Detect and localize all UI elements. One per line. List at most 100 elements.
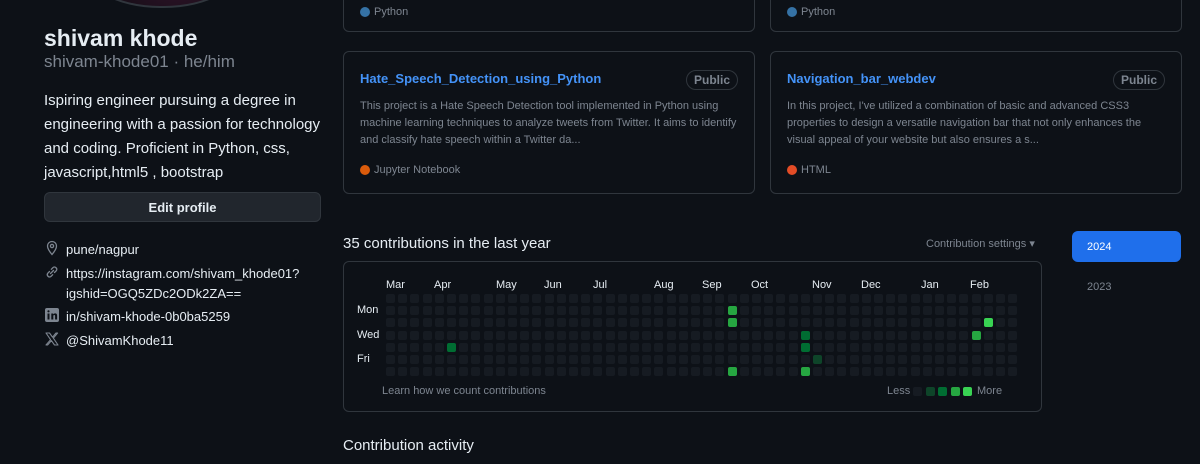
contribution-cell[interactable] (850, 294, 859, 303)
contribution-cell[interactable] (496, 367, 505, 376)
contribution-cell[interactable] (789, 331, 798, 340)
contribution-cell[interactable] (435, 294, 444, 303)
contribution-cell[interactable] (484, 306, 493, 315)
contribution-cell[interactable] (935, 355, 944, 364)
contribution-cell[interactable] (569, 331, 578, 340)
contribution-cell[interactable] (581, 331, 590, 340)
contribution-cell[interactable] (642, 343, 651, 352)
contribution-cell[interactable] (728, 294, 737, 303)
contribution-cell[interactable] (618, 355, 627, 364)
contribution-cell[interactable] (447, 294, 456, 303)
linkedin-item[interactable]: in/shivam-khode-0b0ba5259 (44, 307, 230, 327)
contribution-cell[interactable] (959, 294, 968, 303)
contribution-cell[interactable] (935, 331, 944, 340)
contribution-cell[interactable] (996, 367, 1005, 376)
contribution-cell[interactable] (630, 318, 639, 327)
contribution-cell[interactable] (886, 343, 895, 352)
contribution-cell[interactable] (740, 331, 749, 340)
contribution-cell[interactable] (935, 318, 944, 327)
contribution-cell[interactable] (850, 318, 859, 327)
learn-contributions-link[interactable]: Learn how we count contributions (382, 385, 546, 397)
contribution-cell[interactable] (496, 294, 505, 303)
contribution-cell[interactable] (471, 355, 480, 364)
contribution-cell[interactable] (715, 343, 724, 352)
contribution-cell[interactable] (801, 331, 810, 340)
contribution-cell[interactable] (837, 318, 846, 327)
contribution-cell[interactable] (410, 355, 419, 364)
contribution-cell[interactable] (764, 355, 773, 364)
contribution-cell[interactable] (703, 367, 712, 376)
contribution-cell[interactable] (947, 355, 956, 364)
contribution-cell[interactable] (715, 367, 724, 376)
contribution-cell[interactable] (642, 318, 651, 327)
contribution-cell[interactable] (642, 355, 651, 364)
contribution-cell[interactable] (972, 367, 981, 376)
contribution-cell[interactable] (532, 331, 541, 340)
contribution-cell[interactable] (728, 355, 737, 364)
contribution-cell[interactable] (593, 331, 602, 340)
contribution-cell[interactable] (532, 343, 541, 352)
contribution-cell[interactable] (764, 294, 773, 303)
contribution-cell[interactable] (557, 331, 566, 340)
contribution-cell[interactable] (459, 306, 468, 315)
contribution-cell[interactable] (435, 343, 444, 352)
contribution-cell[interactable] (593, 367, 602, 376)
contribution-cell[interactable] (740, 355, 749, 364)
contribution-cell[interactable] (947, 294, 956, 303)
contribution-cell[interactable] (996, 306, 1005, 315)
contribution-cell[interactable] (703, 318, 712, 327)
contribution-cell[interactable] (569, 367, 578, 376)
contribution-cell[interactable] (959, 318, 968, 327)
contribution-cell[interactable] (569, 343, 578, 352)
contribution-cell[interactable] (886, 331, 895, 340)
contribution-cell[interactable] (813, 355, 822, 364)
contribution-cell[interactable] (569, 294, 578, 303)
contribution-cell[interactable] (886, 318, 895, 327)
contribution-cell[interactable] (996, 318, 1005, 327)
contribution-cell[interactable] (801, 355, 810, 364)
contribution-cell[interactable] (776, 331, 785, 340)
contribution-cell[interactable] (715, 318, 724, 327)
contribution-cell[interactable] (618, 306, 627, 315)
contribution-cell[interactable] (447, 318, 456, 327)
contribution-cell[interactable] (606, 306, 615, 315)
contribution-cell[interactable] (520, 367, 529, 376)
contribution-cell[interactable] (386, 355, 395, 364)
repo-name-link[interactable]: Hate_Speech_Detection_using_Python (360, 71, 601, 86)
contribution-cell[interactable] (545, 306, 554, 315)
contribution-cell[interactable] (972, 318, 981, 327)
contribution-cell[interactable] (898, 318, 907, 327)
contribution-cell[interactable] (459, 294, 468, 303)
contribution-cell[interactable] (593, 343, 602, 352)
contribution-cell[interactable] (984, 355, 993, 364)
contribution-cell[interactable] (801, 294, 810, 303)
contribution-cell[interactable] (837, 367, 846, 376)
contribution-cell[interactable] (996, 355, 1005, 364)
contribution-cell[interactable] (825, 318, 834, 327)
contribution-cell[interactable] (813, 306, 822, 315)
contribution-cell[interactable] (545, 367, 554, 376)
contribution-cell[interactable] (532, 318, 541, 327)
contribution-cell[interactable] (703, 343, 712, 352)
contribution-cell[interactable] (410, 294, 419, 303)
contribution-cell[interactable] (947, 331, 956, 340)
contribution-cell[interactable] (386, 343, 395, 352)
contribution-cell[interactable] (630, 355, 639, 364)
contribution-cell[interactable] (776, 367, 785, 376)
contribution-cell[interactable] (471, 331, 480, 340)
contribution-cell[interactable] (423, 367, 432, 376)
contribution-cell[interactable] (496, 355, 505, 364)
contribution-cell[interactable] (435, 367, 444, 376)
contribution-cell[interactable] (606, 367, 615, 376)
contribution-cell[interactable] (654, 306, 663, 315)
contribution-cell[interactable] (410, 318, 419, 327)
contribution-cell[interactable] (398, 343, 407, 352)
contribution-cell[interactable] (911, 367, 920, 376)
contribution-cell[interactable] (667, 294, 676, 303)
twitter-item[interactable]: @ShivamKhode11 (44, 331, 174, 351)
contribution-cell[interactable] (691, 343, 700, 352)
contribution-cell[interactable] (984, 318, 993, 327)
contribution-cell[interactable] (837, 294, 846, 303)
contribution-cell[interactable] (691, 306, 700, 315)
contribution-cell[interactable] (691, 294, 700, 303)
